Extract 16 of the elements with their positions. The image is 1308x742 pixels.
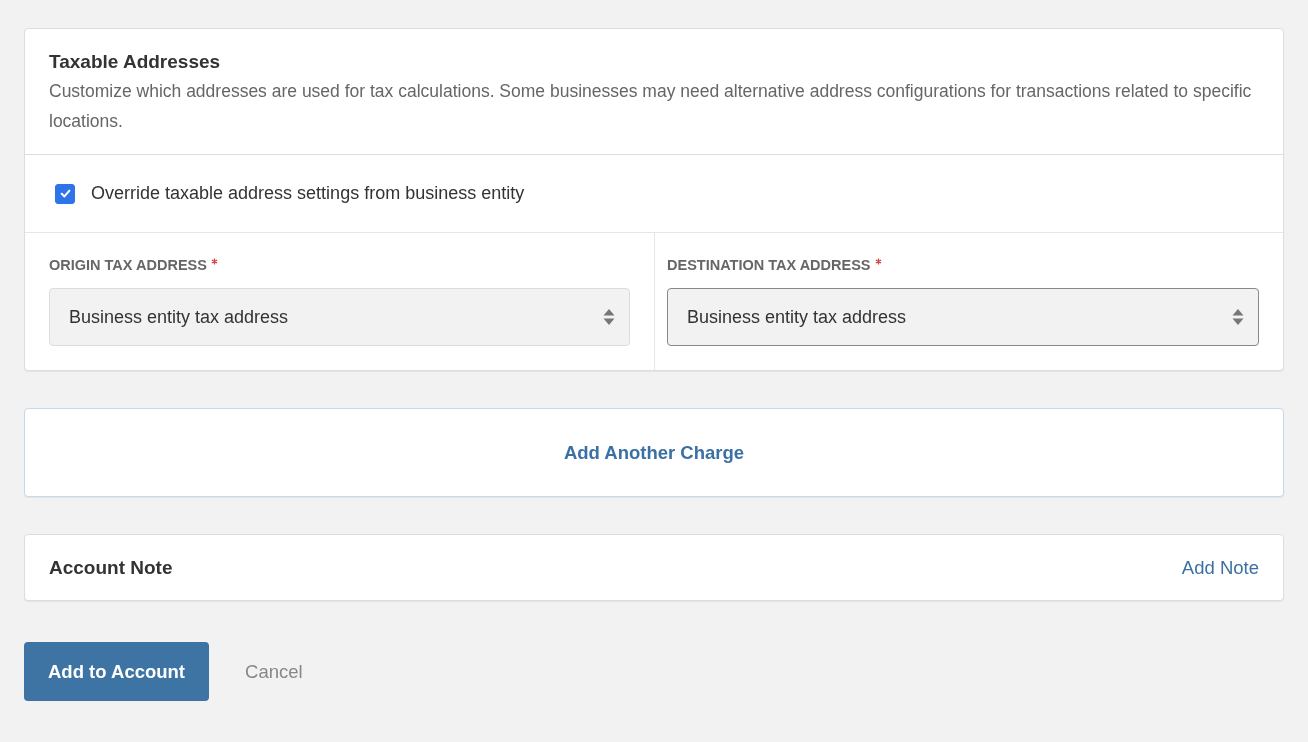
add-to-account-button[interactable]: Add to Account	[24, 642, 209, 701]
add-charge-link[interactable]: Add Another Charge	[563, 441, 745, 464]
card-title: Account Note	[49, 556, 173, 579]
add-note-link[interactable]: Add Note	[1181, 556, 1259, 579]
checkmark-icon	[58, 187, 72, 200]
sort-arrows-icon	[1232, 308, 1244, 326]
checkbox-label: Override taxable address settings from business entity	[91, 183, 525, 204]
sort-arrows-icon	[603, 308, 615, 326]
field-label: DESTINATION TAX ADDRESS	[667, 257, 871, 273]
select-field[interactable]: Business entity tax address	[49, 288, 630, 346]
checkbox[interactable]	[55, 183, 75, 204]
card-title: Taxable Addresses	[49, 51, 222, 73]
field-label: ORIGIN TAX ADDRESS	[49, 257, 207, 273]
cancel-button[interactable]: Cancel	[223, 652, 325, 691]
card-description: Customize which addresses are used for tax calculations. Some businesses may need alternative address configurations for transactions related to specific locations.	[49, 80, 1253, 133]
select-field[interactable]: Business entity tax address	[667, 288, 1259, 346]
